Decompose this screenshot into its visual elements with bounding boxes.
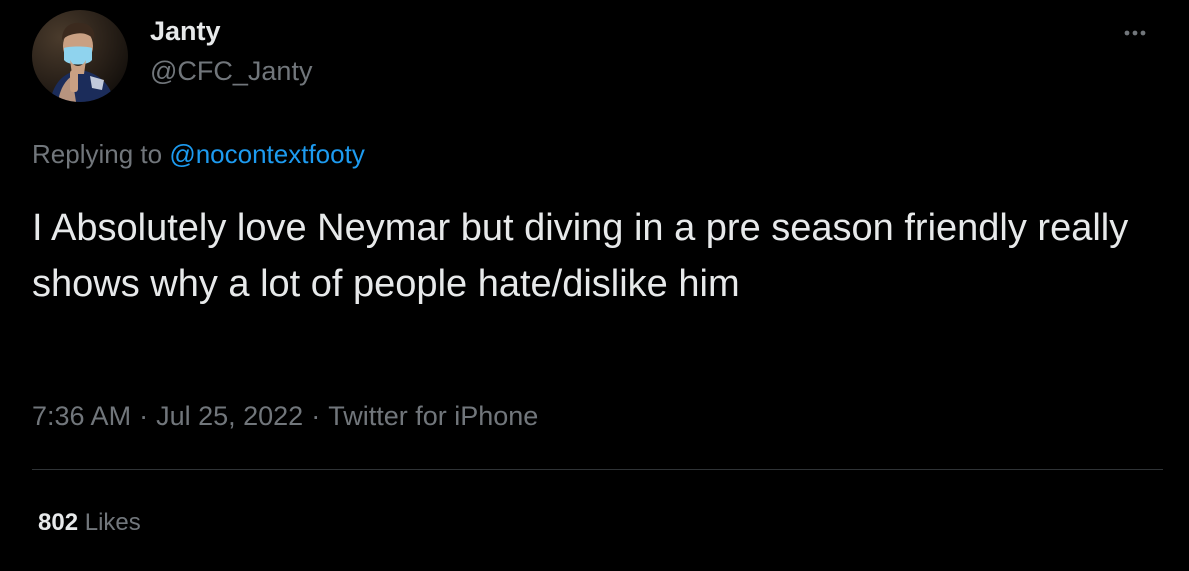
divider	[32, 469, 1163, 470]
more-horizontal-icon	[1124, 30, 1146, 36]
replying-to: Replying to @nocontextfooty	[32, 138, 365, 170]
meta-separator: ·	[311, 401, 321, 431]
more-options-button[interactable]	[1118, 16, 1152, 50]
author-handle[interactable]: @CFC_Janty	[150, 55, 312, 87]
author-display-name[interactable]: Janty	[150, 15, 221, 47]
likes-stat-link[interactable]: 802 Likes	[38, 508, 141, 538]
likes-count: 802	[38, 509, 79, 536]
tweet-date-link[interactable]: Jul 25, 2022	[156, 401, 303, 431]
tweet-card: Janty @CFC_Janty Replying to @nocontextf…	[0, 0, 1189, 571]
tweet-time-link[interactable]: 7:36 AM	[32, 401, 131, 431]
replying-to-mention-link[interactable]: @nocontextfooty	[169, 139, 365, 169]
likes-label: Likes	[84, 509, 141, 536]
tweet-source-link[interactable]: Twitter for iPhone	[328, 401, 538, 431]
avatar-photo	[32, 10, 128, 102]
tweet-text: I Absolutely love Neymar but diving in a…	[32, 207, 1129, 305]
replying-to-label: Replying to	[32, 139, 163, 169]
meta-separator: ·	[139, 401, 149, 431]
tweet-metadata: 7:36 AM · Jul 25, 2022 · Twitter for iPhone	[32, 400, 538, 432]
avatar[interactable]	[32, 10, 128, 102]
